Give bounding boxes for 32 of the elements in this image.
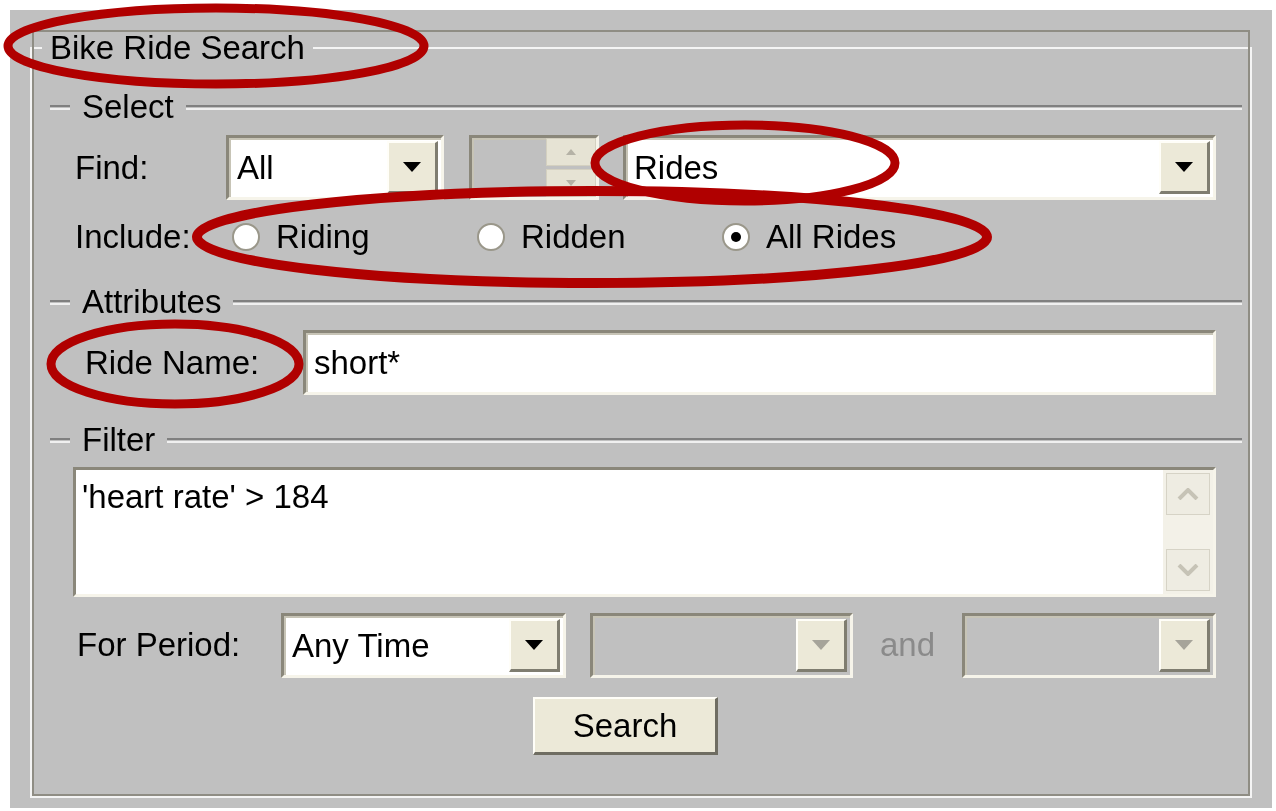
spin-down-icon	[566, 180, 576, 186]
type-dropdown[interactable]: Rides	[623, 135, 1216, 200]
filter-text-area[interactable]: 'heart rate' > 184	[73, 467, 1216, 597]
field-label: Include:	[75, 218, 192, 256]
scroll-down-icon	[1177, 564, 1199, 576]
field-label: For Period:	[77, 626, 242, 664]
scroll-up-icon	[1177, 488, 1199, 500]
dropdown-arrow-icon	[403, 162, 421, 172]
spin-up-icon	[566, 149, 576, 155]
scope-dropdown[interactable]: All	[226, 135, 444, 200]
radio-button[interactable]	[722, 223, 750, 251]
section-heading: Select	[81, 88, 175, 126]
dropdown-arrow-icon	[525, 639, 543, 650]
radio-label[interactable]: All Rides	[766, 218, 897, 256]
divider-line	[50, 299, 70, 305]
dropdown-arrow-icon	[1175, 639, 1193, 650]
ride-name-field[interactable]: short*	[303, 330, 1216, 395]
dropdown-arrow-icon	[1175, 162, 1193, 172]
field-label: Find:	[75, 148, 150, 187]
period-dropdown[interactable]: Any Time	[281, 612, 566, 678]
section-heading: Attributes	[81, 283, 223, 321]
divider-line	[50, 104, 70, 110]
field-label: Ride Name:	[85, 343, 261, 382]
group-title: Bike Ride Search	[49, 28, 306, 68]
search-button[interactable]: Search	[533, 697, 718, 755]
radio-label[interactable]: Riding	[276, 218, 370, 256]
radio-button[interactable]	[232, 223, 260, 251]
dropdown-arrow-icon	[812, 639, 830, 650]
section-heading: Filter	[81, 421, 157, 459]
radio-button[interactable]	[477, 223, 505, 251]
radio-label[interactable]: Ridden	[521, 218, 626, 256]
divider-line	[50, 437, 70, 443]
